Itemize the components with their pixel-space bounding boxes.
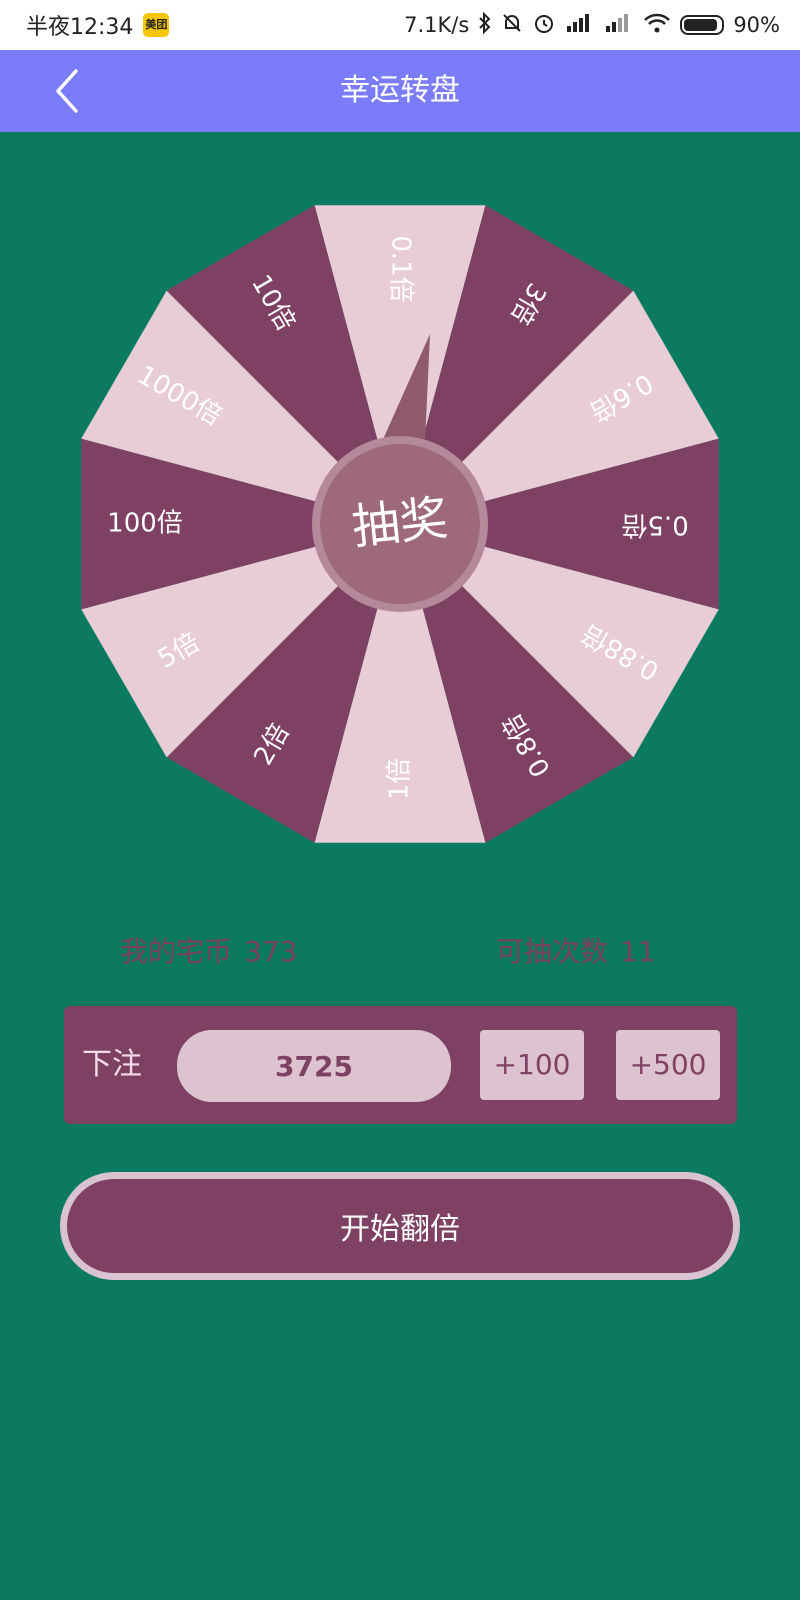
status-bar: 半夜12:34 美团 7.1K/s 90% (0, 0, 800, 50)
start-double-label: 开始翻倍 (340, 1212, 460, 1247)
add-100-button[interactable]: +100 (480, 1030, 584, 1100)
status-right: 7.1K/s 90% (404, 11, 780, 40)
net-speed: 7.1K/s (404, 13, 470, 37)
signal-hd-icon (565, 12, 595, 39)
status-time: 半夜12:34 (26, 15, 134, 40)
page-title: 幸运转盘 (340, 73, 460, 108)
bluetooth-icon (478, 11, 492, 39)
signal-hd-icon-2 (604, 12, 634, 39)
add-500-button[interactable]: +500 (616, 1030, 720, 1100)
wheel-segment-label: 0.1倍 (386, 235, 416, 302)
wifi-icon (643, 12, 671, 39)
start-double-button[interactable]: 开始翻倍 (60, 1172, 740, 1280)
battery-icon (680, 15, 725, 35)
meituan-app-icon: 美团 (143, 13, 170, 37)
alarm-icon (532, 11, 556, 40)
coins-value: 373 (244, 935, 298, 968)
draw-button-label: 抽奖 (349, 490, 450, 556)
status-left: 半夜12:34 美团 (26, 9, 170, 41)
bet-amount-input[interactable] (177, 1030, 451, 1102)
mute-bell-icon (501, 12, 523, 39)
wheel-segment-label: 100倍 (107, 509, 183, 539)
draws-value: 11 (620, 935, 656, 968)
draws-label: 可抽次数 (496, 935, 609, 968)
title-bar: 幸运转盘 (0, 50, 800, 132)
draw-button[interactable]: 抽奖 (312, 436, 488, 612)
bet-panel: 下注 +100 +500 (64, 1006, 737, 1124)
draws-info: 可抽次数 11 (496, 930, 668, 970)
wheel-svg: 0.1倍3倍0.6倍0.5倍0.88倍0.8倍1倍2倍5倍100倍1000倍10… (81, 205, 719, 843)
lucky-wheel: 0.1倍 3倍 0.6倍 0.5倍 0.88倍 0.8倍 1倍 2倍 5倍 100倍 1000倍 10… (80, 204, 720, 844)
battery-percent: 90% (733, 13, 780, 37)
wheel-segment-label: 1倍 (385, 758, 415, 801)
bet-label: 下注 (82, 1047, 142, 1082)
wheel-segment-label: 0.5倍 (621, 510, 688, 540)
coins-label: 我的宅币 (120, 935, 233, 968)
coins-info: 我的宅币 373 (120, 930, 309, 970)
